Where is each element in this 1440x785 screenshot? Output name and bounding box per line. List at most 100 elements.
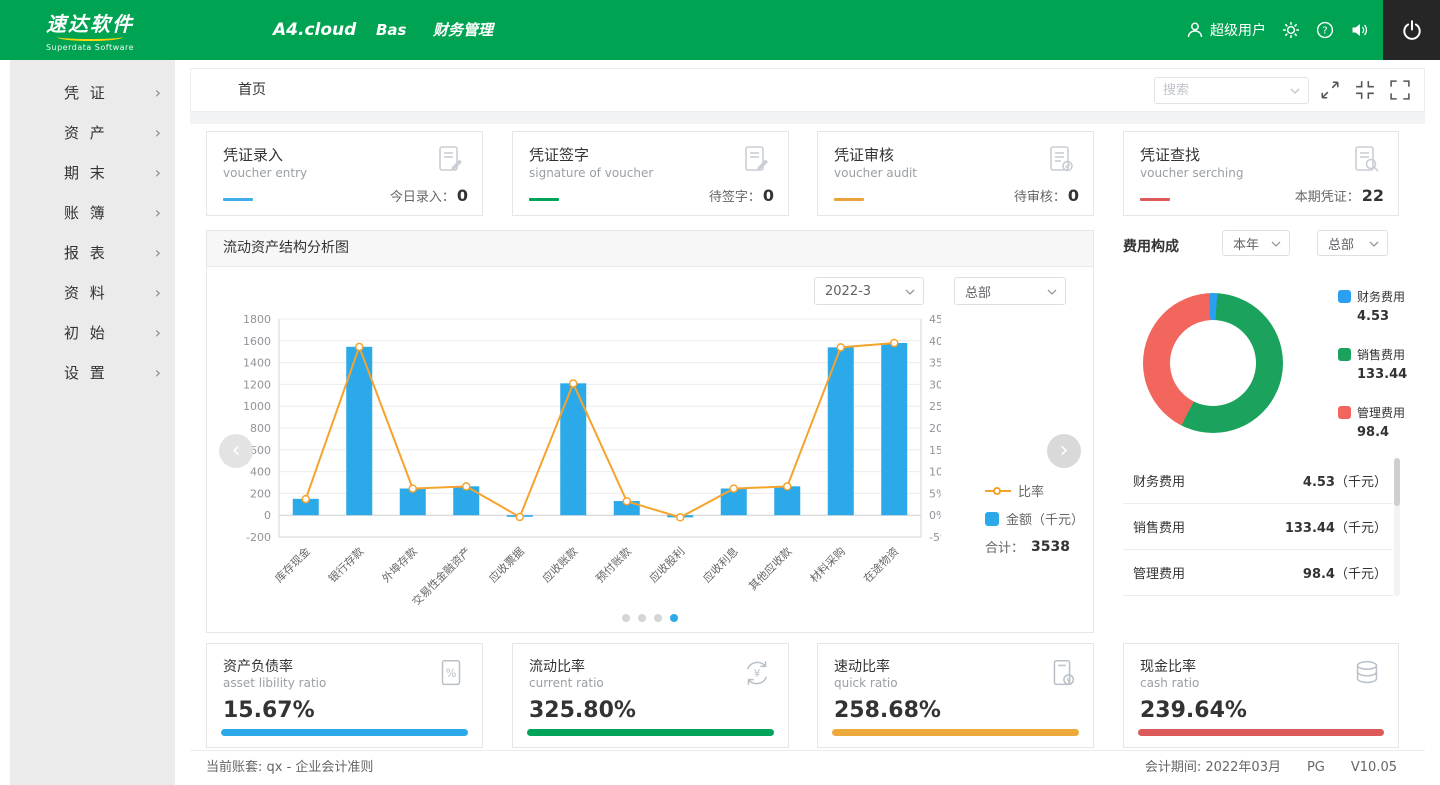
progress-bar bbox=[527, 729, 774, 736]
card-subtitle: signature of voucher bbox=[529, 166, 653, 180]
sidebar-item-assets[interactable]: 资 产› bbox=[10, 112, 175, 152]
accounting-period-label: 会计期间: 2022年03月 bbox=[1145, 751, 1281, 785]
total-value: 3538 bbox=[1031, 539, 1070, 555]
chevron-down-icon bbox=[1271, 241, 1281, 247]
sidebar-item-books[interactable]: 账 簿› bbox=[10, 192, 175, 232]
scrollbar-track[interactable] bbox=[1394, 458, 1400, 596]
legend-line-ratio[interactable]: 比率 bbox=[985, 481, 1084, 500]
svg-text:0: 0 bbox=[264, 509, 271, 522]
sidebar-item-initial[interactable]: 初 始› bbox=[10, 312, 175, 352]
legend-admin-expense[interactable]: 管理费用 98.4 bbox=[1338, 404, 1407, 440]
legend-label: 管理费用 bbox=[1357, 404, 1405, 421]
period-select[interactable]: 2022-3 bbox=[814, 277, 924, 305]
progress-bar bbox=[221, 729, 468, 736]
org-select[interactable]: 总部 bbox=[954, 277, 1066, 305]
page-dot[interactable] bbox=[622, 614, 630, 622]
accent-bar bbox=[1140, 198, 1170, 201]
legend-value: 98.4 bbox=[1357, 425, 1407, 440]
stat-value: 22 bbox=[1362, 186, 1384, 205]
help-icon[interactable]: ? bbox=[1316, 21, 1334, 39]
nav-module-finance[interactable]: 财务管理 bbox=[433, 0, 493, 60]
search-combobox[interactable] bbox=[1154, 77, 1309, 104]
card-cash-ratio[interactable]: 现金比率 cash ratio 239.64% bbox=[1123, 643, 1399, 748]
svg-text:1600: 1600 bbox=[243, 335, 271, 348]
card-voucher-entry[interactable]: 凭证录入 voucher entry 今日录入：0 bbox=[206, 131, 483, 216]
svg-text:应收利息: 应收利息 bbox=[700, 544, 741, 585]
legend-finance-expense[interactable]: 财务费用 4.53 bbox=[1338, 288, 1407, 324]
table-row: 管理费用 98.4（千元） bbox=[1123, 550, 1393, 596]
sidebar-item-reports[interactable]: 报 表 › bbox=[10, 232, 175, 272]
card-quick-ratio[interactable]: 速动比率 quick ratio ¥ 258.68% bbox=[817, 643, 1094, 748]
card-voucher-sign[interactable]: 凭证签字 signature of voucher 待签字：0 bbox=[512, 131, 789, 216]
row-label: 管理费用 bbox=[1133, 563, 1185, 582]
ratio-value: 239.64% bbox=[1140, 698, 1247, 723]
percent-doc-icon: % bbox=[434, 656, 468, 690]
svg-text:45%: 45% bbox=[929, 313, 941, 326]
svg-text:1800: 1800 bbox=[243, 313, 271, 326]
chart-next-button[interactable]: › bbox=[1047, 434, 1081, 468]
app-root: 速达软件 Superdata Software A4.cloud Bas 财务管… bbox=[0, 0, 1440, 785]
sidebar-item-label: 报 表 bbox=[64, 242, 108, 263]
chevron-right-icon: › bbox=[155, 243, 161, 262]
product-label: A4.cloud bbox=[273, 0, 356, 60]
select-value: 2022-3 bbox=[825, 284, 871, 299]
ratio-value: 325.80% bbox=[529, 698, 636, 723]
sidebar-item-label: 凭 证 bbox=[64, 82, 108, 103]
svg-text:?: ? bbox=[1322, 26, 1327, 37]
accent-bar bbox=[834, 198, 864, 201]
gear-icon[interactable] bbox=[1282, 21, 1300, 39]
page-dot[interactable] bbox=[670, 614, 678, 622]
svg-text:600: 600 bbox=[250, 444, 271, 457]
page-dot[interactable] bbox=[638, 614, 646, 622]
svg-text:材料采购: 材料采购 bbox=[807, 544, 848, 585]
sidebar-item-settings[interactable]: 设 置› bbox=[10, 352, 175, 392]
legend-label: 销售费用 bbox=[1357, 346, 1405, 363]
expand-arrows-icon[interactable] bbox=[1320, 80, 1340, 100]
card-asset-liability-ratio[interactable]: 资产负债率 asset libility ratio % 15.67% bbox=[206, 643, 483, 748]
progress-bar bbox=[1138, 729, 1384, 736]
logout-power-button[interactable] bbox=[1383, 0, 1440, 60]
expense-composition-panel: 费用构成 本年 总部 财务费用 4.53 销售费用 133.44 管理费用 98… bbox=[1123, 230, 1400, 635]
edition-label: Bas bbox=[376, 0, 406, 60]
app-logo[interactable]: 速达软件 Superdata Software bbox=[0, 0, 180, 60]
voucher-entry-icon bbox=[432, 142, 468, 178]
svg-text:应收账款: 应收账款 bbox=[539, 544, 580, 585]
exit-fullscreen-icon[interactable] bbox=[1355, 80, 1375, 100]
donut-hole bbox=[1170, 320, 1256, 406]
legend-label: 财务费用 bbox=[1357, 288, 1405, 305]
sidebar-item-period-end[interactable]: 期 末› bbox=[10, 152, 175, 192]
legend-label: 比率 bbox=[1018, 481, 1044, 500]
svg-text:400: 400 bbox=[250, 466, 271, 479]
sidebar-item-data[interactable]: 资 料› bbox=[10, 272, 175, 312]
table-row: 财务费用 4.53（千元） bbox=[1123, 458, 1393, 504]
sidebar-item-label: 期 末 bbox=[64, 162, 108, 183]
expense-table: 财务费用 4.53（千元） 销售费用 133.44（千元） 管理费用 98.4（… bbox=[1123, 458, 1393, 596]
card-voucher-search[interactable]: 凭证查找 voucher serching 本期凭证：22 bbox=[1123, 131, 1399, 216]
expense-legend: 财务费用 4.53 销售费用 133.44 管理费用 98.4 bbox=[1338, 288, 1407, 462]
row-label: 销售费用 bbox=[1133, 517, 1185, 536]
svg-text:5%: 5% bbox=[929, 487, 941, 500]
swatch-icon bbox=[1338, 348, 1351, 361]
assets-structure-chart: -200020040060080010001200140016001800-5%… bbox=[221, 305, 941, 605]
card-voucher-audit[interactable]: 凭证审核 voucher audit 待审核：0 bbox=[817, 131, 1094, 216]
svg-text:1400: 1400 bbox=[243, 357, 271, 370]
year-select[interactable]: 本年 bbox=[1222, 230, 1290, 256]
org-select[interactable]: 总部 bbox=[1317, 230, 1388, 256]
fullscreen-icon[interactable] bbox=[1390, 80, 1410, 100]
page-dot[interactable] bbox=[654, 614, 662, 622]
sidebar-item-voucher[interactable]: 凭 证› bbox=[10, 72, 175, 112]
legend-bar-amount[interactable]: 金额（千元） bbox=[985, 509, 1084, 528]
swatch-icon bbox=[1338, 406, 1351, 419]
tab-home[interactable]: 首页 bbox=[238, 69, 266, 111]
card-current-ratio[interactable]: 流动比率 current ratio ¥ 325.80% bbox=[512, 643, 789, 748]
select-value: 总部 bbox=[965, 282, 991, 301]
scrollbar-thumb[interactable] bbox=[1394, 458, 1400, 506]
user-menu[interactable]: 超级用户 bbox=[1186, 20, 1266, 40]
sound-icon[interactable] bbox=[1350, 21, 1368, 39]
card-subtitle: voucher audit bbox=[834, 166, 917, 180]
svg-text:25%: 25% bbox=[929, 400, 941, 413]
search-input[interactable] bbox=[1155, 83, 1290, 98]
chart-prev-button[interactable]: ‹ bbox=[219, 434, 253, 468]
svg-text:20%: 20% bbox=[929, 422, 941, 435]
legend-sales-expense[interactable]: 销售费用 133.44 bbox=[1338, 346, 1407, 382]
